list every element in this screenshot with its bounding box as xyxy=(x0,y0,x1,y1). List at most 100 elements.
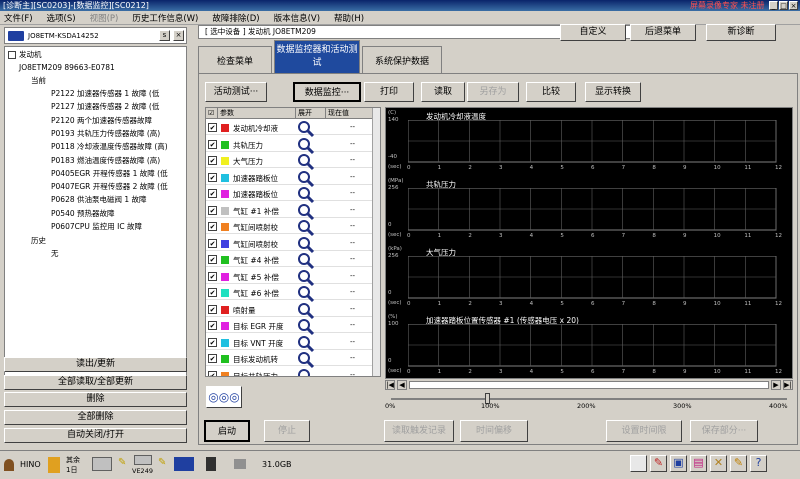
tree-dtc-item[interactable]: P0183 燃油温度传感器故障 (高) xyxy=(51,155,160,167)
param-checkbox[interactable]: ✔ xyxy=(208,156,217,165)
param-checkbox[interactable]: ✔ xyxy=(208,337,217,347)
param-checkbox[interactable]: ✔ xyxy=(208,238,217,248)
param-row[interactable]: ✔ 发动机冷却液 -- xyxy=(206,119,374,138)
param-row[interactable]: ✔ 气缸间喷射校 -- xyxy=(206,218,374,237)
close-icon[interactable]: × xyxy=(789,1,798,10)
edit-icon[interactable]: ✎ xyxy=(730,455,747,472)
graph-x-tick: 0 xyxy=(407,369,411,375)
save-icon[interactable]: ▣ xyxy=(670,455,687,472)
param-checkbox[interactable]: ✔ xyxy=(208,370,217,376)
param-row[interactable]: ✔ 气缸 #5 补偿 -- xyxy=(206,268,374,286)
grid-icon[interactable] xyxy=(630,455,647,472)
param-row[interactable]: ✔ 气缸 #1 补偿 -- xyxy=(206,202,374,220)
tree-dtc-item[interactable]: P0118 冷却液温度传感器故障 (高) xyxy=(51,141,168,153)
bottom-button-4[interactable]: 设置时间限 xyxy=(606,420,682,442)
param-row[interactable]: ✔ 目标 EGR 开度 -- xyxy=(206,317,374,336)
param-row[interactable]: ✔ 大气压力 -- xyxy=(206,152,374,171)
tree-dtc-item[interactable]: P0407EGR 开程传感器 2 故障 (低 xyxy=(51,181,168,193)
left-button-3[interactable]: 全部删除 xyxy=(4,410,187,426)
bottom-button-3[interactable]: 时间偏移 xyxy=(460,420,528,442)
image-icon[interactable]: ▤ xyxy=(690,455,707,472)
tree-dtc-item[interactable]: P2120 两个加速器传感器故障 xyxy=(51,115,152,127)
tree-collapse-icon[interactable] xyxy=(8,51,16,59)
menu-item-0[interactable]: 文件(F) xyxy=(4,12,33,24)
param-row[interactable]: ✔ 目标发动机转 -- xyxy=(206,350,374,369)
tree-dtc-item[interactable]: P0193 共轨压力传感器故障 (高) xyxy=(51,128,160,140)
maximize-icon[interactable]: □ xyxy=(779,1,788,10)
magnifier-icon[interactable] xyxy=(297,368,315,376)
left-button-2[interactable]: 删除 xyxy=(4,392,187,408)
graph-x-tick: 8 xyxy=(652,233,656,239)
tree-dtc-item[interactable]: P2122 加速器传感器 1 故障 (低 xyxy=(51,88,159,100)
param-checkbox[interactable]: ✔ xyxy=(208,304,217,314)
menu-item-6[interactable]: 帮助(H) xyxy=(334,12,364,24)
param-checkbox[interactable]: ✔ xyxy=(208,205,217,215)
tree-history[interactable]: 历史 xyxy=(31,235,46,247)
left-button-4[interactable]: 自动关闭/打开 xyxy=(4,427,187,443)
param-checkbox[interactable]: ✔ xyxy=(208,271,217,281)
vehicle-close-button[interactable]: × xyxy=(173,30,184,41)
param-row[interactable]: ✔ 目标共轨压力 -- xyxy=(206,367,374,376)
tab-0[interactable]: 检查菜单 xyxy=(198,46,272,74)
tree-dtc-item[interactable]: P0607CPU 监控用 IC 故障 xyxy=(51,221,142,233)
tree-dtc-item[interactable]: P0405EGR 开程传感器 1 故障 (低 xyxy=(51,168,168,180)
bottom-button-0[interactable]: 启动 xyxy=(204,420,250,442)
toolbar-button-5[interactable]: 比较 xyxy=(526,82,576,102)
param-row[interactable]: ✔ 气缸 #4 补偿 -- xyxy=(206,251,374,270)
param-checkbox[interactable]: ✔ xyxy=(208,189,217,198)
toolbar-button-1[interactable]: 数据监控··· xyxy=(293,82,361,102)
param-checkbox[interactable]: ✔ xyxy=(208,139,217,149)
bottom-button-1[interactable]: 停止 xyxy=(264,420,310,442)
param-checkbox[interactable]: ✔ xyxy=(208,222,217,231)
top-button-2[interactable]: 新诊断 xyxy=(706,24,776,41)
param-checkbox[interactable]: ✔ xyxy=(208,123,217,132)
param-row[interactable]: ✔ 气缸 #6 补偿 -- xyxy=(206,284,374,303)
menu-item-4[interactable]: 故障排除(D) xyxy=(212,12,259,24)
toolbar-button-3[interactable]: 读取 xyxy=(421,82,465,102)
param-row[interactable]: ✔ 共轨压力 -- xyxy=(206,136,374,154)
tab-1[interactable]: 数据监控器和活动测试 xyxy=(274,40,360,74)
tree-engine-model-label: JO8ETM209 89663-E0781 xyxy=(19,63,115,72)
left-button-0[interactable]: 读出/更新 xyxy=(4,357,187,372)
param-name: 气缸 #1 补偿 xyxy=(233,206,279,216)
tools-icon[interactable]: ✕ xyxy=(710,455,727,472)
minimize-icon[interactable]: _ xyxy=(769,1,778,10)
param-checkbox[interactable]: ✔ xyxy=(208,288,217,297)
param-checkbox[interactable]: ✔ xyxy=(208,354,217,363)
tree-dtc-item[interactable]: P2127 加速器传感器 2 故障 (低 xyxy=(51,101,159,113)
left-button-1[interactable]: 全部读取/全部更新 xyxy=(4,374,187,390)
param-row[interactable]: ✔ 加速器踏板位 -- xyxy=(206,169,374,187)
toolbar-button-2[interactable]: 打印 xyxy=(364,82,414,102)
top-button-0[interactable]: 自定义 xyxy=(560,24,626,41)
menu-item-5[interactable]: 版本信息(V) xyxy=(274,12,320,24)
param-checkbox[interactable]: ✔ xyxy=(208,255,217,264)
tab-2[interactable]: 系统保护数据 xyxy=(362,46,442,74)
param-row[interactable]: ✔ 加速器踏板位 -- xyxy=(206,185,374,204)
param-row[interactable]: ✔ 目标 VNT 开度 -- xyxy=(206,334,374,352)
tree-engine[interactable]: 发动机 xyxy=(8,49,42,61)
pen-icon[interactable]: ✎ xyxy=(650,455,667,472)
multi-zoom-button[interactable]: ◎◎◎ xyxy=(206,386,242,408)
vehicle-settings-button[interactable]: s xyxy=(159,30,170,41)
toolbar-button-4[interactable]: 另存为 xyxy=(467,82,519,102)
graph-grid xyxy=(408,188,777,231)
top-button-1[interactable]: 后退菜单 xyxy=(630,24,696,41)
param-row[interactable]: ✔ 气缸间喷射校 -- xyxy=(206,235,374,253)
param-checkbox[interactable]: ✔ xyxy=(208,321,217,330)
menu-item-1[interactable]: 选项(S) xyxy=(47,12,76,24)
help-icon[interactable]: ? xyxy=(750,455,767,472)
tree-dtc-item[interactable]: P0628 供油泵电磁阀 1 故障 xyxy=(51,194,147,206)
bottom-button-2[interactable]: 读取触发记录 xyxy=(384,420,454,442)
parameter-scrollbar[interactable] xyxy=(372,108,380,376)
tree-dtc-item[interactable]: P0540 预热器故障 xyxy=(51,208,115,220)
toolbar-button-0[interactable]: 活动测试··· xyxy=(205,82,267,102)
menu-item-3[interactable]: 历史工作信息(W) xyxy=(132,12,198,24)
bottom-button-5[interactable]: 保存部分··· xyxy=(690,420,758,442)
menu-item-2[interactable]: 视图(P) xyxy=(90,12,119,24)
toolbar-button-6[interactable]: 显示转换 xyxy=(585,82,641,102)
tree-engine-model[interactable]: JO8ETM209 89663-E0781 xyxy=(19,62,115,74)
tree-current[interactable]: 当前 xyxy=(31,75,46,87)
graph-x-tick: 6 xyxy=(591,301,595,307)
param-row[interactable]: ✔ 喷射量 -- xyxy=(206,301,374,319)
param-checkbox[interactable]: ✔ xyxy=(208,172,217,182)
